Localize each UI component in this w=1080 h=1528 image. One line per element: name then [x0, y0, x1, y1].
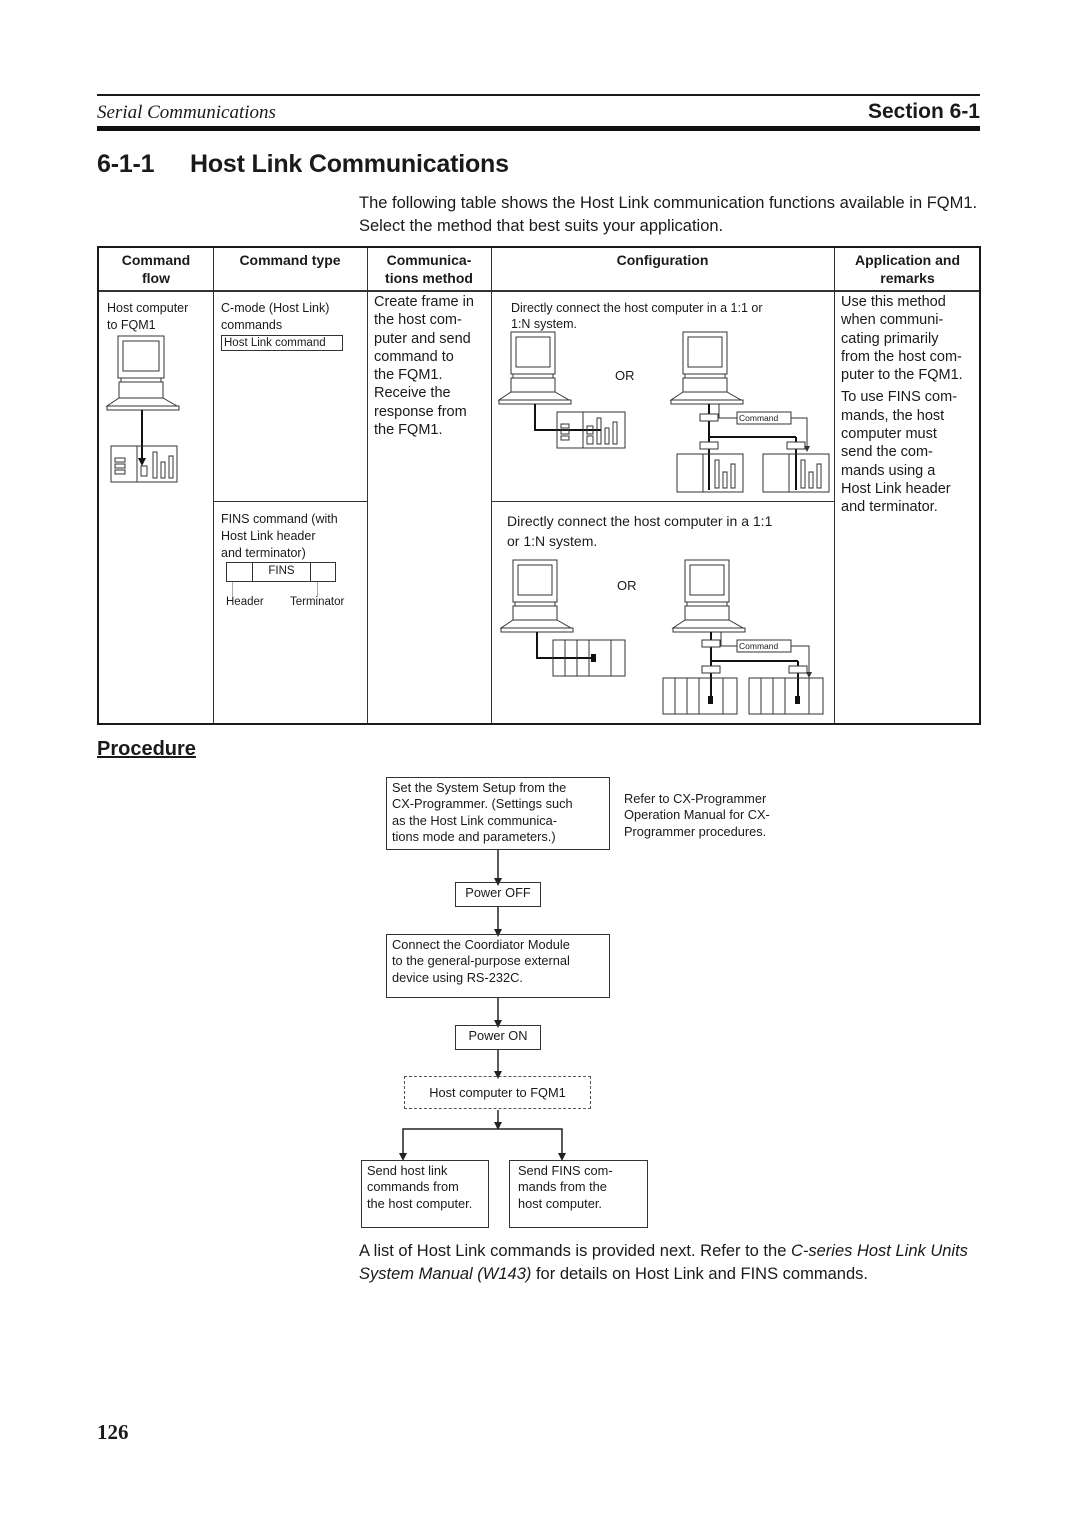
step-power-on: Power ON	[455, 1025, 541, 1050]
manual-reference: C-series Host Link	[790, 1242, 926, 1260]
branch-fins: Send FINS com- mands from the host compu…	[509, 1160, 648, 1228]
step-power-off: Power OFF	[455, 882, 541, 907]
text-line: commands from	[367, 1179, 459, 1195]
branch-host-link: Send host link commands from the host co…	[361, 1160, 489, 1228]
text-line: host computer.	[518, 1195, 602, 1211]
text-line: mands from the	[518, 1179, 607, 1195]
page-number: 126	[97, 1420, 129, 1444]
step-host-to-fqm1: Host computer to FQM1	[404, 1076, 591, 1109]
text-line: the host computer.	[367, 1195, 473, 1211]
text-line: Send host link	[367, 1163, 448, 1178]
text-line: device using RS-232C.	[392, 969, 523, 985]
outro-text: for details on Host Link and FINS comman…	[531, 1265, 868, 1283]
step-connect-module: Connect the Coordiator Module to the gen…	[386, 934, 610, 998]
outro-paragraph: A list of Host Link commands is provided…	[359, 1240, 989, 1286]
text-line: Connect the Coordiator Module	[392, 937, 570, 952]
outro-text: A list of Host Link commands is provided…	[359, 1242, 791, 1260]
flowchart-connectors	[399, 850, 566, 1161]
text-line: Send FINS com-	[518, 1163, 613, 1178]
branch-connector	[402, 1128, 563, 1155]
text-line: to the general-purpose external	[392, 953, 570, 969]
